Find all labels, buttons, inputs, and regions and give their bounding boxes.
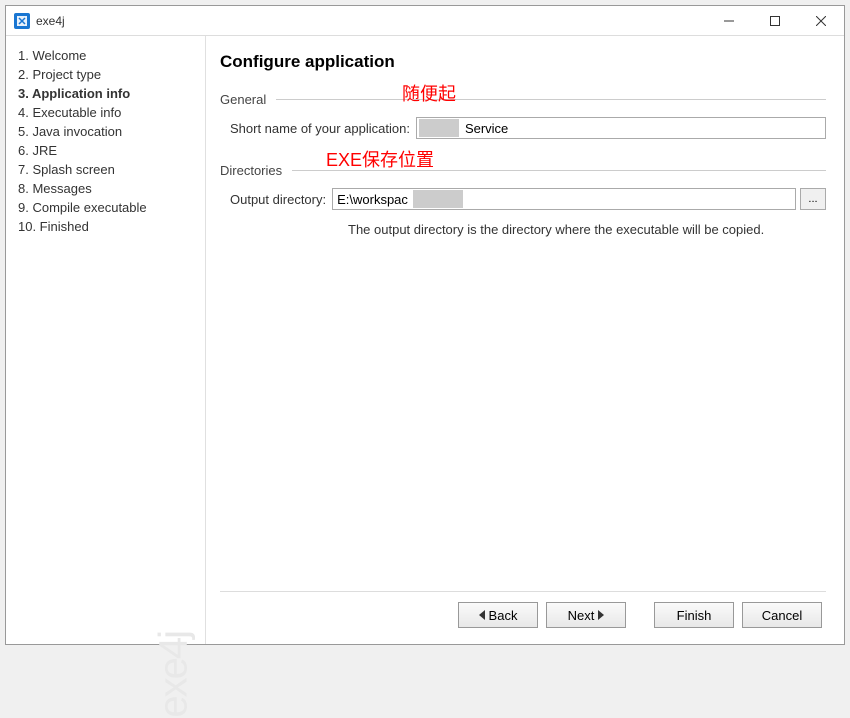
triangle-left-icon [479,610,485,620]
close-button[interactable] [798,6,844,35]
section-directories-label: Directories [220,163,282,178]
step-compile-executable[interactable]: 9. Compile executable [14,198,197,217]
spacer [220,237,826,591]
back-button-label: Back [489,608,518,623]
short-name-input[interactable] [461,119,825,137]
titlebar: exe4j [6,6,844,36]
step-messages[interactable]: 8. Messages [14,179,197,198]
section-general-label: General [220,92,266,107]
section-general-header: General [220,92,826,107]
output-dir-label: Output directory: [230,192,326,207]
section-divider [276,99,826,100]
output-dir-input[interactable] [333,190,413,208]
step-executable-info[interactable]: 4. Executable info [14,103,197,122]
short-name-label: Short name of your application: [230,121,410,136]
next-button[interactable]: Next [546,602,626,628]
section-directories-header: Directories [220,163,826,178]
triangle-right-icon [598,610,604,620]
step-jre[interactable]: 6. JRE [14,141,197,160]
sidebar-brand: exe4j [152,632,197,718]
cancel-button[interactable]: Cancel [742,602,822,628]
maximize-button[interactable] [752,6,798,35]
back-button[interactable]: Back [458,602,538,628]
step-welcome[interactable]: 1. Welcome [14,46,197,65]
redacted-path: xxxx [413,190,463,208]
step-project-type[interactable]: 2. Project type [14,65,197,84]
browse-button[interactable]: ... [800,188,826,210]
window-title: exe4j [36,14,65,28]
output-dir-input-wrap: xxxx [332,188,796,210]
finish-button[interactable]: Finish [654,602,734,628]
short-name-row: Short name of your application: xxxx [220,117,826,139]
step-finished[interactable]: 10. Finished [14,217,197,236]
main-panel: Configure application General 随便起 Short … [206,36,844,644]
next-button-label: Next [568,608,595,623]
redacted-prefix: xxxx [419,119,459,137]
content: 1. Welcome 2. Project type 3. Applicatio… [6,36,844,644]
button-bar: Back Next Finish Cancel [220,591,826,634]
section-divider [292,170,826,171]
step-splash-screen[interactable]: 7. Splash screen [14,160,197,179]
wizard-sidebar: 1. Welcome 2. Project type 3. Applicatio… [6,36,206,644]
page-title: Configure application [220,52,826,72]
short-name-input-wrap: xxxx [416,117,826,139]
output-dir-hint: The output directory is the directory wh… [348,222,826,237]
app-icon [14,13,30,29]
window-controls [706,6,844,35]
step-application-info[interactable]: 3. Application info [14,84,197,103]
title-left: exe4j [14,13,65,29]
app-window: exe4j 1. Welcome 2. Project type 3. Appl… [5,5,845,645]
output-dir-row: Output directory: xxxx ... [220,188,826,210]
step-java-invocation[interactable]: 5. Java invocation [14,122,197,141]
minimize-button[interactable] [706,6,752,35]
